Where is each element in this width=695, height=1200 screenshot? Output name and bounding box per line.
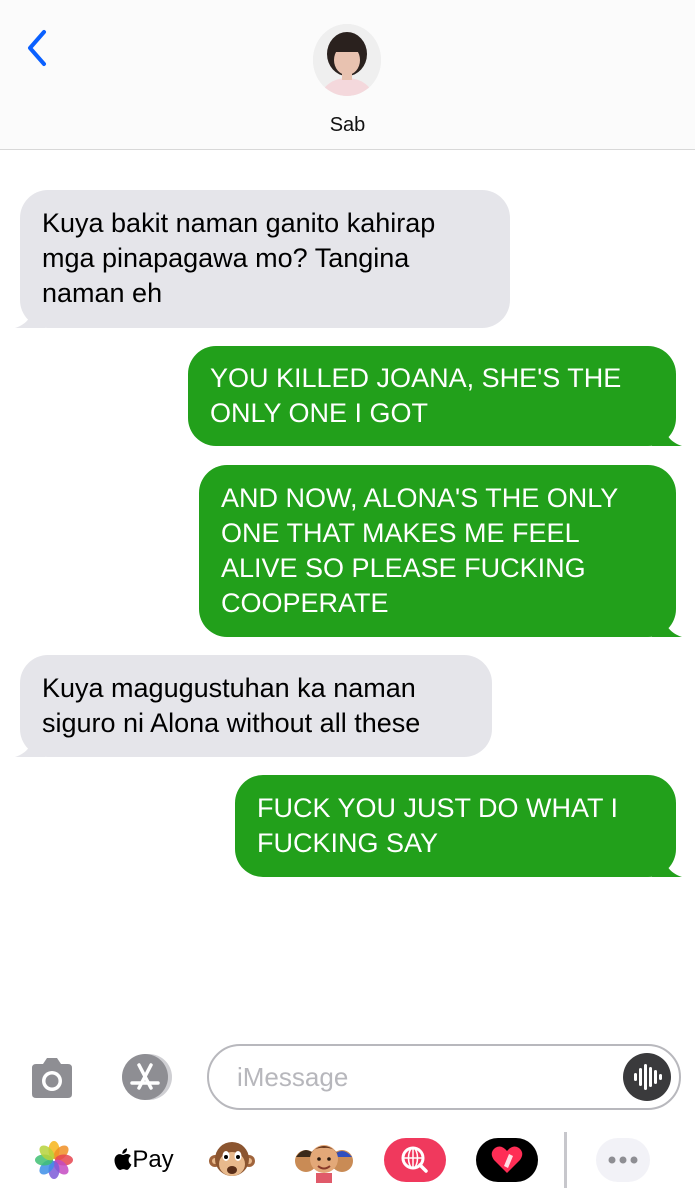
message-thread: Kuya bakit naman ganito kahirap mga pina… xyxy=(0,150,695,1040)
message-line: siguro ni Alona without all these xyxy=(42,708,421,738)
message-bubble-incoming[interactable]: Kuya bakit naman ganito kahirap mga pina… xyxy=(15,190,510,328)
message-line: FUCK YOU JUST DO WHAT I xyxy=(257,793,619,823)
digital-touch-icon xyxy=(476,1138,538,1182)
conversation-header: Sab xyxy=(0,0,695,150)
waveform-icon xyxy=(634,1064,662,1090)
more-icon xyxy=(596,1138,650,1182)
memoji-icon xyxy=(295,1145,353,1183)
composer-bar xyxy=(0,1040,695,1120)
monkey-emoji-icon xyxy=(209,1142,255,1176)
message-bubble-outgoing[interactable]: YOU KILLED JOANA, SHE'S THE ONLY ONE I G… xyxy=(188,346,682,446)
message-input[interactable] xyxy=(237,1060,597,1094)
message-bubble-outgoing[interactable]: FUCK YOU JUST DO WHAT I FUCKING SAY xyxy=(235,775,682,877)
apple-pay-icon xyxy=(114,1148,132,1170)
message-line: naman eh xyxy=(42,278,163,308)
message-field[interactable] xyxy=(207,1044,681,1110)
app-drawer: Pay xyxy=(0,1120,695,1200)
message-line: ONLY ONE I GOT xyxy=(210,398,429,428)
drawer-divider xyxy=(564,1132,567,1188)
message-bubble-incoming[interactable]: Kuya magugustuhan ka naman siguro ni Alo… xyxy=(15,655,492,757)
app-store-icon xyxy=(122,1054,172,1100)
message-bubble-outgoing[interactable]: AND NOW, ALONA'S THE ONLY ONE THAT MAKES… xyxy=(199,465,682,637)
avatar-image xyxy=(313,24,381,96)
contact-name[interactable]: Sab xyxy=(0,114,695,137)
apple-pay-button[interactable]: Pay xyxy=(110,1136,176,1184)
message-line: COOPERATE xyxy=(221,588,389,618)
message-line: mga pinapagawa mo? Tangina xyxy=(42,243,410,273)
message-line: ALIVE SO PLEASE FUCKING xyxy=(221,553,586,583)
message-line: YOU KILLED JOANA, SHE'S THE xyxy=(210,363,622,393)
animoji-monkey-button[interactable] xyxy=(208,1136,256,1184)
camera-button[interactable] xyxy=(28,1056,76,1100)
message-line: ONE THAT MAKES ME FEEL xyxy=(221,518,580,548)
message-line: AND NOW, ALONA'S THE ONLY xyxy=(221,483,619,513)
camera-icon xyxy=(32,1058,72,1098)
web-search-icon xyxy=(384,1138,446,1182)
web-search-button[interactable] xyxy=(384,1136,446,1184)
digital-touch-button[interactable] xyxy=(476,1136,538,1184)
audio-message-button[interactable] xyxy=(623,1053,671,1101)
message-line: Kuya magugustuhan ka naman xyxy=(42,673,416,703)
back-button[interactable] xyxy=(22,28,58,68)
contact-avatar[interactable] xyxy=(313,24,381,96)
more-apps-button[interactable] xyxy=(596,1136,650,1184)
apple-pay-label: Pay xyxy=(132,1146,174,1173)
photos-icon xyxy=(35,1141,73,1179)
photos-app-button[interactable] xyxy=(34,1136,74,1184)
app-store-button[interactable] xyxy=(117,1052,177,1102)
message-line: FUCKING SAY xyxy=(257,828,439,858)
chevron-left-icon xyxy=(28,30,46,66)
message-line: Kuya bakit naman ganito kahirap xyxy=(42,208,436,238)
memoji-button[interactable] xyxy=(294,1136,354,1184)
